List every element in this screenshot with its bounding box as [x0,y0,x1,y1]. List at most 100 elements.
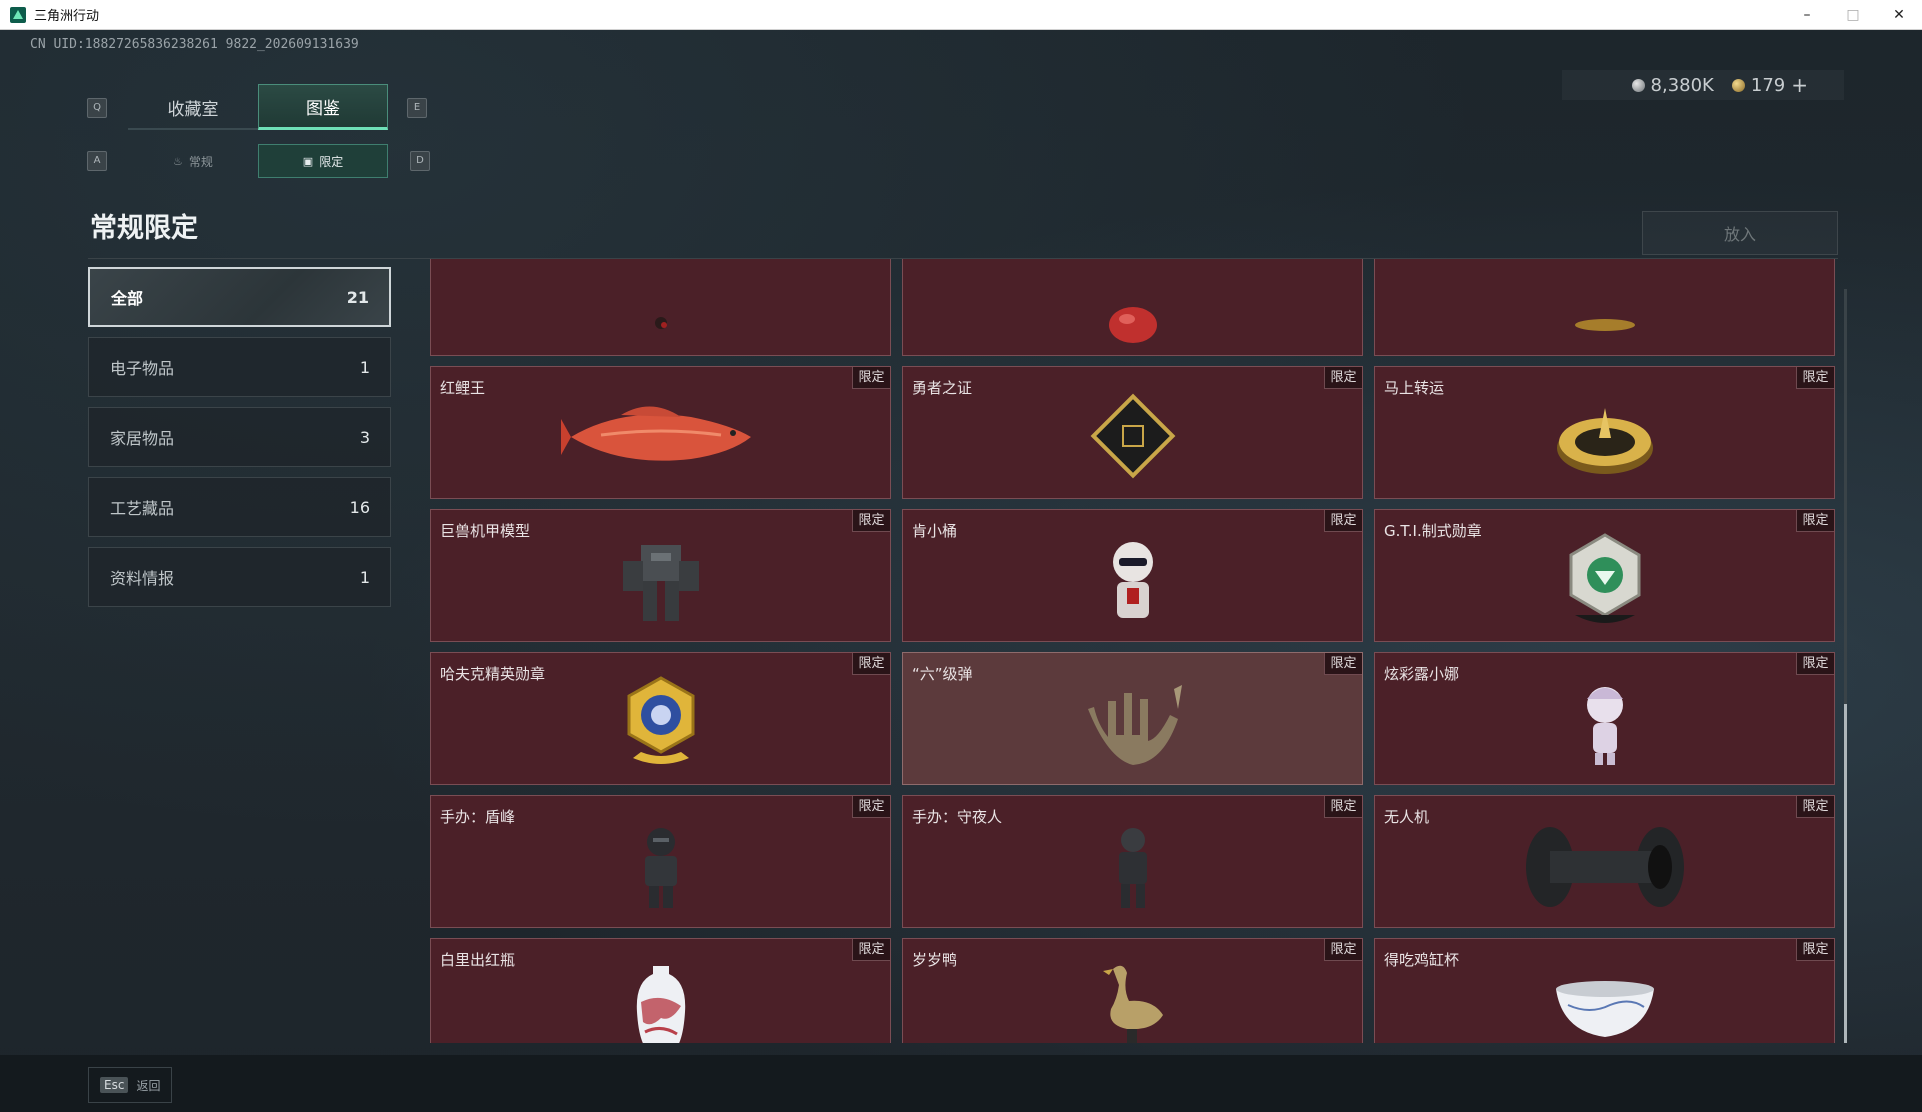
item-card[interactable]: 手办：守夜人 限定 [902,795,1363,928]
item-name: 哈夫克精英勋章 [440,665,546,683]
minimize-button[interactable]: – [1784,0,1830,30]
limited-badge: 限定 [1796,367,1834,389]
armored-figure-icon [631,822,691,916]
category-count: 1 [359,567,370,587]
category-all[interactable]: 全部 21 [88,267,391,327]
gold-card-icon [1083,386,1183,490]
drone-icon [1520,817,1690,921]
bottom-bar: Esc 返回 [0,1055,1922,1112]
apple-icon [1103,306,1163,351]
sub-tabs: ♨ 常规 ▣ 限定 [128,144,388,178]
category-list: 全部 21 电子物品 1 家居物品 3 工艺藏品 16 资料情报 1 [88,267,391,617]
window-title: 三角洲行动 [34,9,100,24]
bullet-hand-icon [1078,679,1188,773]
maximize-button[interactable]: □ [1830,0,1876,30]
girl-figure-icon [1575,679,1635,773]
limited-badge: 限定 [1796,653,1834,675]
item-name: 得吃鸡缸杯 [1384,951,1460,969]
item-card[interactable]: 勇者之证 限定 [902,366,1363,499]
limited-badge: 限定 [852,510,890,532]
colonel-figure-icon [1103,536,1163,630]
key-hint-d: D [410,151,430,171]
item-card[interactable] [902,259,1363,356]
item-name: 巨兽机甲模型 [440,522,531,540]
item-card[interactable]: 白里出红瓶 限定 [430,938,891,1043]
key-hint-e: E [407,98,427,118]
item-name: G.T.I.制式勋章 [1384,522,1482,540]
limited-badge: 限定 [1324,367,1362,389]
item-card[interactable]: 红鲤王 限定 [430,366,891,499]
close-button[interactable]: ✕ [1876,0,1922,30]
figure-icon [641,301,681,335]
tab-collection-room[interactable]: 收藏室 [128,84,258,130]
item-name: 白里出红瓶 [440,951,516,969]
item-name: “六”级弹 [912,665,973,683]
nightwatch-figure-icon [1103,822,1163,916]
key-hint-a: A [87,151,107,171]
category-home[interactable]: 家居物品 3 [88,407,391,467]
silver-coin-icon [1631,78,1645,92]
category-electronics[interactable]: 电子物品 1 [88,337,391,397]
picture-icon: ▣ [302,154,314,168]
window-controls: – □ ✕ [1784,0,1922,30]
mech-model-icon [611,531,711,635]
gold-ornament-icon [1570,319,1640,343]
item-card[interactable]: “六”级弹 限定 [902,652,1363,785]
page-title: 常规限定 [90,213,198,244]
gold-amount: 179 [1750,74,1786,96]
item-name: 红鲤王 [440,379,486,397]
category-count: 1 [359,357,370,377]
item-card[interactable]: 马上转运 限定 [1374,366,1835,499]
item-card[interactable] [430,259,891,356]
subtab-limited-label: 限定 [319,154,344,169]
item-card[interactable]: 巨兽机甲模型 限定 [430,509,891,642]
window-titlebar: 三角洲行动 – □ ✕ [0,0,1922,30]
elite-medal-icon [621,674,701,778]
limited-badge: 限定 [852,939,890,961]
player-uid: CN UID:18827265836238261 9822_2026091316… [30,37,359,52]
item-grid: 红鲤王 限定 勇者之证 限定 马上转运 限定 巨兽机甲模型 限定 肯小桶 限定 … [430,259,1835,1043]
item-card[interactable]: 肯小桶 限定 [902,509,1363,642]
subtab-limited[interactable]: ▣ 限定 [258,144,388,178]
item-name: 肯小桶 [912,522,958,540]
back-label: 返回 [136,1078,161,1093]
subtab-regular[interactable]: ♨ 常规 [128,144,258,178]
grid-scrollbar[interactable] [1844,289,1847,1043]
category-count: 3 [359,427,370,447]
gold-coin-icon [1731,78,1745,92]
category-label: 家居物品 [110,429,175,448]
item-card[interactable]: 岁岁鸭 限定 [902,938,1363,1043]
place-button[interactable]: 放入 [1642,211,1838,255]
limited-badge: 限定 [1796,939,1834,961]
tab-catalog[interactable]: 图鉴 [258,84,388,130]
item-name: 岁岁鸭 [912,951,958,969]
category-label: 电子物品 [110,359,175,378]
item-name: 勇者之证 [912,379,973,397]
category-count: 21 [346,287,369,307]
back-button[interactable]: Esc 返回 [88,1067,172,1103]
item-card[interactable] [1374,259,1835,356]
item-card[interactable]: G.T.I.制式勋章 限定 [1374,509,1835,642]
item-card[interactable]: 得吃鸡缸杯 限定 [1374,938,1835,1043]
scrollbar-thumb[interactable] [1844,704,1847,1043]
item-name: 手办：守夜人 [912,808,1003,826]
item-card[interactable]: 炫彩露小娜 限定 [1374,652,1835,785]
category-intel[interactable]: 资料情报 1 [88,547,391,607]
category-count: 16 [349,497,370,517]
limited-badge: 限定 [1324,510,1362,532]
category-label: 全部 [111,289,144,308]
item-name: 无人机 [1384,808,1430,826]
esc-key-hint: Esc [100,1077,129,1093]
item-card[interactable]: 手办：盾峰 限定 [430,795,891,928]
limited-badge: 限定 [1324,939,1362,961]
item-card[interactable]: 无人机 限定 [1374,795,1835,928]
duck-statue-icon [1093,959,1173,1043]
limited-badge: 限定 [1796,796,1834,818]
category-crafts[interactable]: 工艺藏品 16 [88,477,391,537]
key-hint-q: Q [87,98,107,118]
porcelain-vase-icon [631,962,691,1043]
category-label: 工艺藏品 [110,499,175,518]
add-currency-button[interactable]: + [1791,73,1808,97]
porcelain-cup-icon [1550,975,1660,1043]
item-card[interactable]: 哈夫克精英勋章 限定 [430,652,891,785]
